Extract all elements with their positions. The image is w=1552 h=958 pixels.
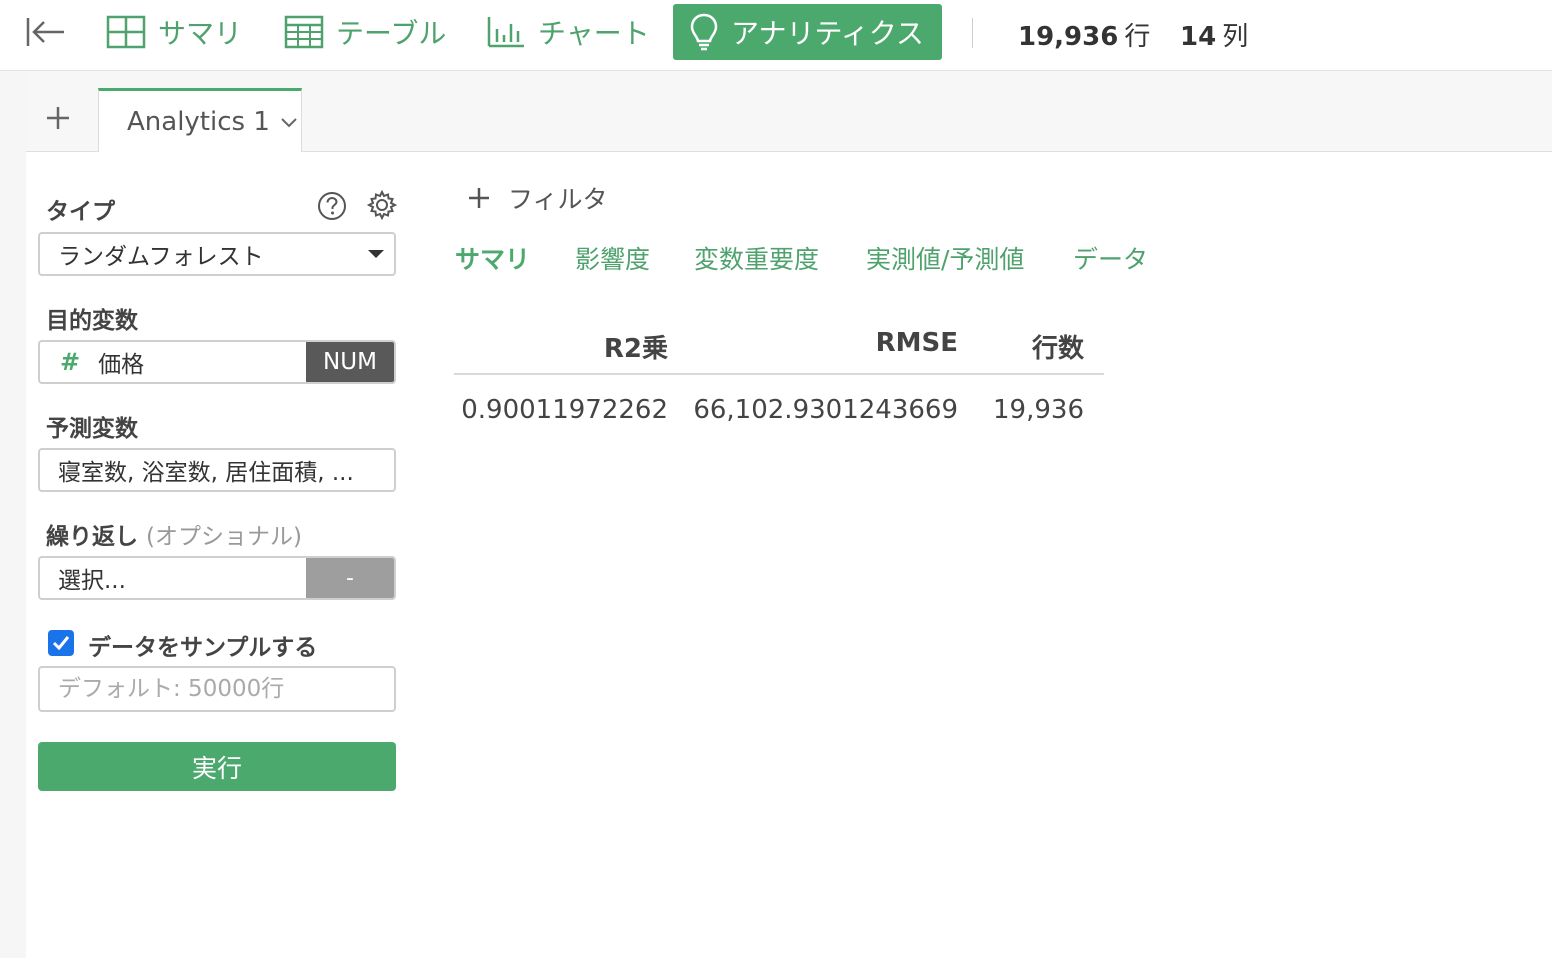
optional-hint: (オプショナル) <box>146 524 302 550</box>
target-variable-value: 価格 <box>98 352 145 378</box>
subtab-variable-importance[interactable]: 変数重要度 <box>694 240 819 276</box>
row-count-unit: 行 <box>1124 22 1151 52</box>
collapse-sidebar-icon[interactable] <box>24 14 68 50</box>
chevron-down-icon[interactable] <box>280 117 298 129</box>
repeat-select[interactable]: 選択... - <box>38 556 396 600</box>
table-cell-r2: 0.90011972262 <box>461 395 668 425</box>
type-label: タイプ <box>46 199 115 225</box>
subtab-effect[interactable]: 影響度 <box>575 240 650 276</box>
tab-analytics-1[interactable]: Analytics 1 <box>98 88 302 152</box>
left-gutter <box>0 71 26 958</box>
lightbulb-icon <box>690 13 718 51</box>
table-cell-rmse: 66,102.9301243669 <box>693 395 958 425</box>
nav-summary-label: サマリ <box>158 17 243 50</box>
nav-chart-label: チャート <box>538 17 650 50</box>
help-icon[interactable] <box>317 191 347 225</box>
table-header-divider <box>454 373 1104 375</box>
add-filter-button[interactable]: フィルタ <box>466 180 608 216</box>
model-type-select[interactable]: ランダムフォレスト <box>38 232 396 276</box>
sample-data-label: データをサンプルする <box>88 635 318 661</box>
sample-size-input[interactable] <box>38 666 396 712</box>
caret-down-icon <box>368 250 384 258</box>
subtab-summary[interactable]: サマリ <box>455 240 530 276</box>
toolbar-divider <box>972 18 973 48</box>
nav-analytics[interactable]: アナリティクス <box>673 4 942 60</box>
top-toolbar: サマリ テーブル チャート アナリティクス 19,936 行 14 列 <box>0 0 1552 71</box>
row-count: 19,936 行 <box>1018 16 1150 53</box>
target-variable-field[interactable]: # 価格 NUM <box>38 340 396 384</box>
subtab-data[interactable]: データ <box>1073 240 1148 276</box>
sample-data-checkbox[interactable] <box>48 630 74 656</box>
target-variable-label: 目的変数 <box>46 308 138 334</box>
bar-chart-icon <box>487 17 524 48</box>
plus-icon <box>469 188 489 208</box>
repeat-option-button[interactable]: - <box>306 558 394 598</box>
column-count-value: 14 <box>1180 22 1217 52</box>
column-header-row-count: 行数 <box>1031 334 1084 364</box>
add-filter-label: フィルタ <box>508 185 608 214</box>
subtab-actual-vs-predicted[interactable]: 実測値/予測値 <box>866 240 1024 276</box>
repeat-label-text: 繰り返し <box>46 524 138 550</box>
repeat-label: 繰り返し (オプショナル) <box>46 517 302 551</box>
row-count-value: 19,936 <box>1018 22 1119 52</box>
predictor-variables-value: 寝室数, 浴室数, 居住面積, ... <box>58 460 354 486</box>
nav-table[interactable]: テーブル <box>284 4 446 60</box>
predictor-variables-label: 予測変数 <box>46 416 138 442</box>
column-count-unit: 列 <box>1222 22 1249 52</box>
nav-analytics-label: アナリティクス <box>731 17 924 50</box>
tab-label: Analytics 1 <box>127 106 270 137</box>
predictor-variables-field[interactable]: 寝室数, 浴室数, 居住面積, ... <box>38 448 396 492</box>
nav-table-label: テーブル <box>336 17 447 50</box>
run-button[interactable]: 実行 <box>38 742 396 791</box>
model-type-value: ランダムフォレスト <box>58 244 264 270</box>
grid-icon <box>106 15 146 49</box>
column-header-rmse: RMSE <box>875 328 958 358</box>
nav-chart[interactable]: チャート <box>486 4 650 60</box>
numeric-hash-icon: # <box>60 348 81 376</box>
table-cell-row-count: 19,936 <box>993 395 1084 425</box>
checkmark-icon <box>52 636 70 651</box>
table-icon <box>284 15 324 49</box>
repeat-value: 選択... <box>58 568 126 594</box>
gear-icon[interactable] <box>366 189 398 225</box>
add-tab-icon[interactable] <box>44 104 72 132</box>
nav-summary[interactable]: サマリ <box>106 4 242 60</box>
type-badge: NUM <box>306 342 394 382</box>
column-count: 14 列 <box>1180 16 1248 53</box>
column-header-r2: R2乗 <box>603 334 668 364</box>
